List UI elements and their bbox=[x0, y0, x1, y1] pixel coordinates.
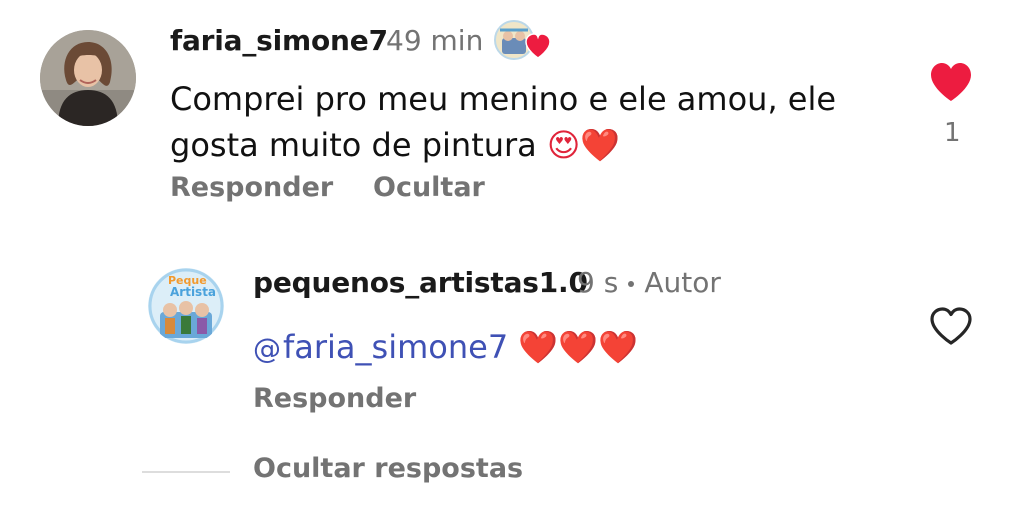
comment-timestamp: 49 min bbox=[386, 24, 484, 57]
divider bbox=[142, 471, 230, 473]
emoji-group: ❤️❤️❤️ bbox=[518, 328, 638, 366]
author-badge: Autor bbox=[644, 266, 721, 299]
comment-text: Comprei pro meu menino e ele amou, ele g… bbox=[170, 76, 890, 168]
hide-replies-button[interactable]: Ocultar respostas bbox=[253, 453, 523, 484]
author-liked-badge bbox=[494, 20, 551, 60]
comment-text-line-1: Comprei pro meu menino e ele amou, ele bbox=[170, 80, 837, 118]
comment-text-line-2: gosta muito de pintura 😍❤️ bbox=[170, 122, 890, 168]
comment-thread: faria_simone7 49 min Comprei pro meu men… bbox=[0, 0, 1024, 514]
reply-username[interactable]: pequenos_artistas1.0 bbox=[253, 266, 588, 299]
svg-text:Artista: Artista bbox=[170, 285, 216, 299]
reply-meta: 9 s Autor bbox=[577, 266, 721, 299]
reply-button[interactable]: Responder bbox=[170, 172, 333, 203]
like-count: 1 bbox=[944, 118, 961, 148]
heart-outline-icon[interactable] bbox=[928, 305, 974, 347]
emoji-group: 😍❤️ bbox=[546, 126, 621, 164]
reply-timestamp: 9 s bbox=[577, 266, 619, 299]
author-avatar[interactable]: Peque Artista bbox=[148, 268, 224, 344]
mention-link[interactable]: @faria_simone7 bbox=[253, 328, 508, 366]
comment-username[interactable]: faria_simone7 bbox=[170, 24, 388, 57]
reply-button[interactable]: Responder bbox=[253, 383, 416, 414]
user-avatar[interactable] bbox=[40, 30, 136, 126]
reply-text: @faria_simone7 ❤️❤️❤️ bbox=[253, 324, 638, 372]
heart-icon bbox=[525, 33, 551, 59]
at-sign-icon: @ bbox=[253, 332, 281, 365]
mention-username: faria_simone7 bbox=[283, 328, 509, 366]
hide-button[interactable]: Ocultar bbox=[373, 172, 485, 203]
separator-dot bbox=[628, 281, 635, 287]
comment-text-line-2-text: gosta muito de pintura bbox=[170, 126, 537, 164]
heart-icon[interactable] bbox=[928, 60, 974, 104]
